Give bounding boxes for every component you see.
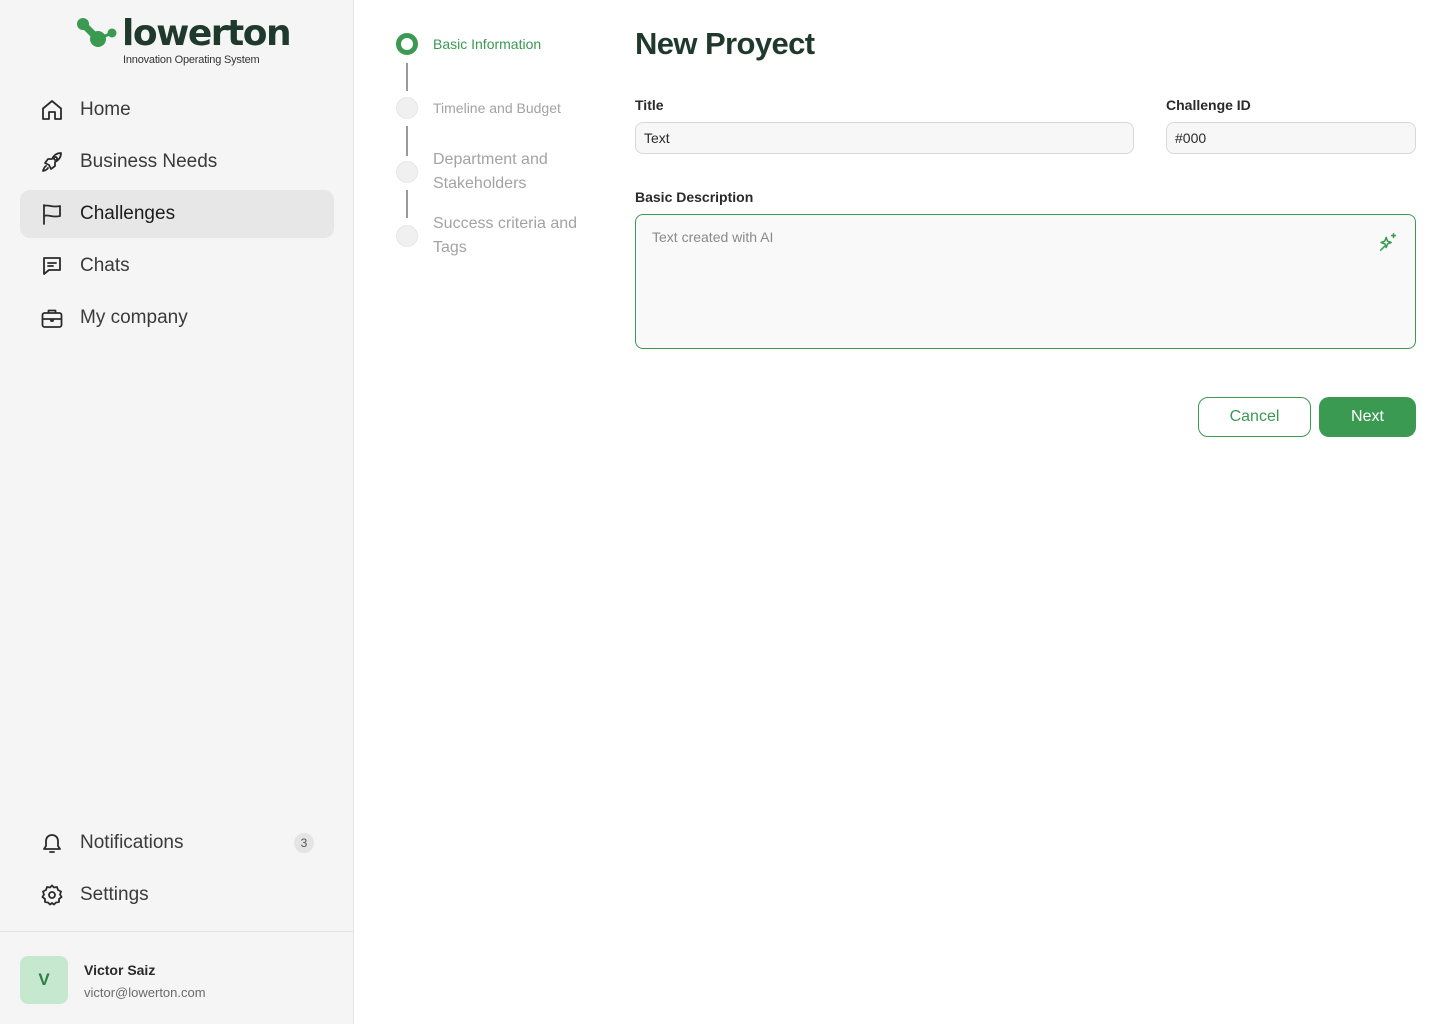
user-profile[interactable]: V Victor Saiz victor@lowerton.com: [0, 931, 353, 1024]
step-indicator: [396, 161, 418, 183]
sidebar-item-business-needs[interactable]: Business Needs: [20, 138, 334, 186]
sidebar-item-label: Home: [80, 99, 131, 120]
description-placeholder: Text created with AI: [652, 229, 774, 245]
step-connector: [406, 63, 408, 91]
user-email: victor@lowerton.com: [84, 985, 206, 1000]
brand-name: lowerton: [122, 13, 292, 54]
notification-count-badge: 3: [294, 833, 314, 853]
sidebar-item-home[interactable]: Home: [20, 86, 334, 134]
step-indicator: [396, 33, 418, 55]
title-input[interactable]: [635, 122, 1134, 154]
secondary-nav: Notifications 3 Settings: [20, 819, 334, 923]
sidebar-item-label: Challenges: [80, 203, 176, 224]
step-connector: [406, 190, 408, 218]
step-connector: [406, 126, 408, 156]
title-label: Title: [635, 97, 664, 113]
sidebar-item-label: My company: [80, 307, 188, 328]
chat-icon: [40, 254, 64, 278]
brand-logo[interactable]: lowerton Innovation Operating System: [76, 14, 292, 68]
main-nav: Home Business Needs Challenges Chats My …: [20, 86, 334, 346]
next-button[interactable]: Next: [1319, 397, 1416, 437]
sidebar-item-label: Settings: [80, 884, 149, 905]
challenge-id-label: Challenge ID: [1166, 97, 1251, 113]
logo-mark-icon: [77, 18, 117, 47]
step-indicator: [396, 97, 418, 119]
sparkle-ai-icon[interactable]: [1377, 231, 1399, 253]
gear-icon: [40, 883, 64, 907]
cancel-button[interactable]: Cancel: [1198, 397, 1311, 437]
step-label: Department and Stakeholders: [433, 151, 548, 192]
step-label: Timeline and Budget: [433, 100, 561, 116]
home-icon: [40, 98, 64, 122]
sidebar-item-settings[interactable]: Settings: [20, 871, 334, 919]
description-textarea[interactable]: Text created with AI: [635, 214, 1416, 349]
step-label: Basic Information: [433, 36, 542, 52]
sidebar-item-label: Notifications: [80, 832, 184, 853]
briefcase-icon: [40, 306, 64, 330]
step-indicator: [396, 225, 418, 247]
step-label: Success criteria and Tags: [433, 215, 578, 256]
challenge-id-input[interactable]: [1166, 122, 1416, 154]
brand-tagline: Innovation Operating System: [123, 54, 260, 66]
bell-icon: [40, 831, 64, 855]
sidebar-item-challenges[interactable]: Challenges: [20, 190, 334, 238]
description-label: Basic Description: [635, 189, 754, 205]
avatar[interactable]: V: [20, 956, 68, 1004]
sidebar: lowerton Innovation Operating System Hom…: [0, 0, 354, 1024]
rocket-icon: [40, 150, 64, 174]
sidebar-item-my-company[interactable]: My company: [20, 294, 334, 342]
flag-icon: [40, 202, 64, 226]
sidebar-item-notifications[interactable]: Notifications 3: [20, 819, 334, 867]
sidebar-item-chats[interactable]: Chats: [20, 242, 334, 290]
page-title: New Proyect: [635, 26, 815, 61]
sidebar-item-label: Business Needs: [80, 151, 218, 172]
user-name: Victor Saiz: [84, 962, 156, 978]
sidebar-item-label: Chats: [80, 255, 130, 276]
